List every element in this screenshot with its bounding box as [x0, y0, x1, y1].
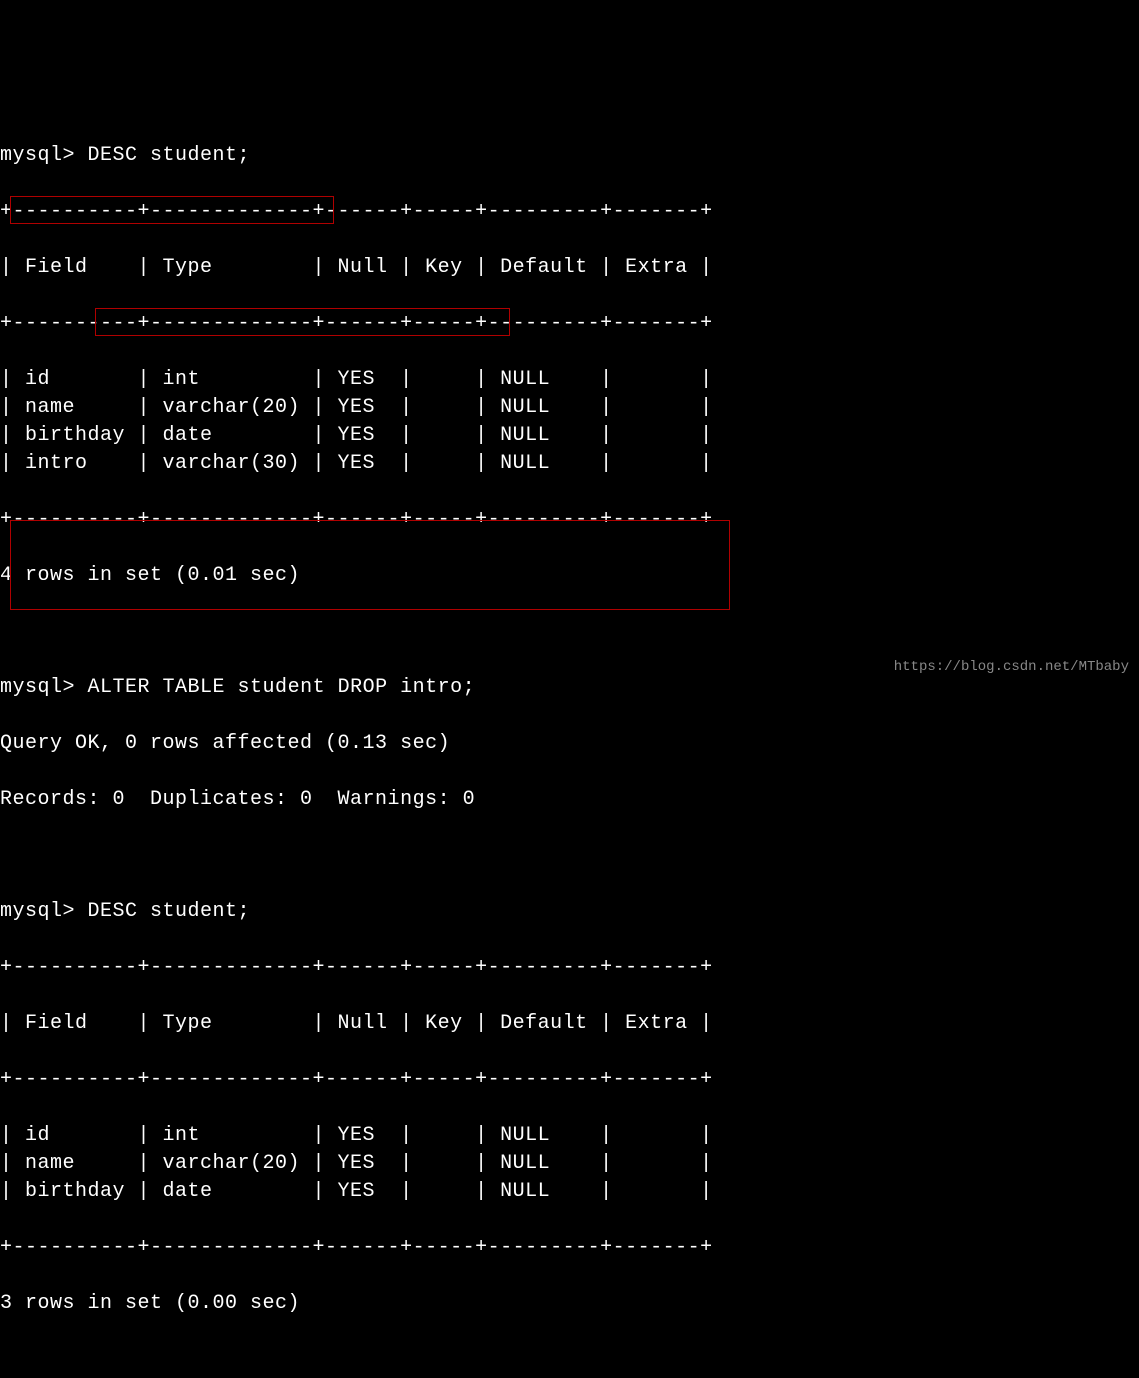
mysql-prompt: mysql>	[0, 900, 75, 923]
table-row: | id | int | YES | | NULL | |	[0, 1122, 1139, 1150]
watermark-text: https://blog.csdn.net/MTbaby	[894, 653, 1129, 681]
table-row: | intro | varchar(30) | YES | | NULL | |	[0, 450, 1139, 478]
prompt-line[interactable]: mysql> DESC student;	[0, 898, 1139, 926]
table-border: +----------+-------------+------+-----+-…	[0, 954, 1139, 982]
query-ok: Query OK, 0 rows affected (0.13 sec)	[0, 730, 1139, 758]
mysql-prompt: mysql>	[0, 144, 75, 167]
table-border: +----------+-------------+------+-----+-…	[0, 1066, 1139, 1094]
table-border: +----------+-------------+------+-----+-…	[0, 310, 1139, 338]
table-border: +----------+-------------+------+-----+-…	[0, 1234, 1139, 1262]
prompt-line[interactable]: mysql> DESC student;	[0, 142, 1139, 170]
terminal-output: mysql> DESC student; +----------+-------…	[0, 112, 1139, 1346]
table-header: | Field | Type | Null | Key | Default | …	[0, 254, 1139, 282]
table-header: | Field | Type | Null | Key | Default | …	[0, 1010, 1139, 1038]
table-border: +----------+-------------+------+-----+-…	[0, 198, 1139, 226]
table-row: | birthday | date | YES | | NULL | |	[0, 422, 1139, 450]
table-row: | name | varchar(20) | YES | | NULL | |	[0, 394, 1139, 422]
result-summary: 3 rows in set (0.00 sec)	[0, 1290, 1139, 1318]
table-row: | name | varchar(20) | YES | | NULL | |	[0, 1150, 1139, 1178]
result-summary: 4 rows in set (0.01 sec)	[0, 562, 1139, 590]
command-desc1: DESC student;	[88, 144, 251, 167]
table-border: +----------+-------------+------+-----+-…	[0, 506, 1139, 534]
mysql-prompt: mysql>	[0, 676, 75, 699]
table-row: | id | int | YES | | NULL | |	[0, 366, 1139, 394]
table-row: | birthday | date | YES | | NULL | |	[0, 1178, 1139, 1206]
records-line: Records: 0 Duplicates: 0 Warnings: 0	[0, 786, 1139, 814]
command-alter: ALTER TABLE student DROP intro;	[88, 676, 476, 699]
command-desc2: DESC student;	[88, 900, 251, 923]
